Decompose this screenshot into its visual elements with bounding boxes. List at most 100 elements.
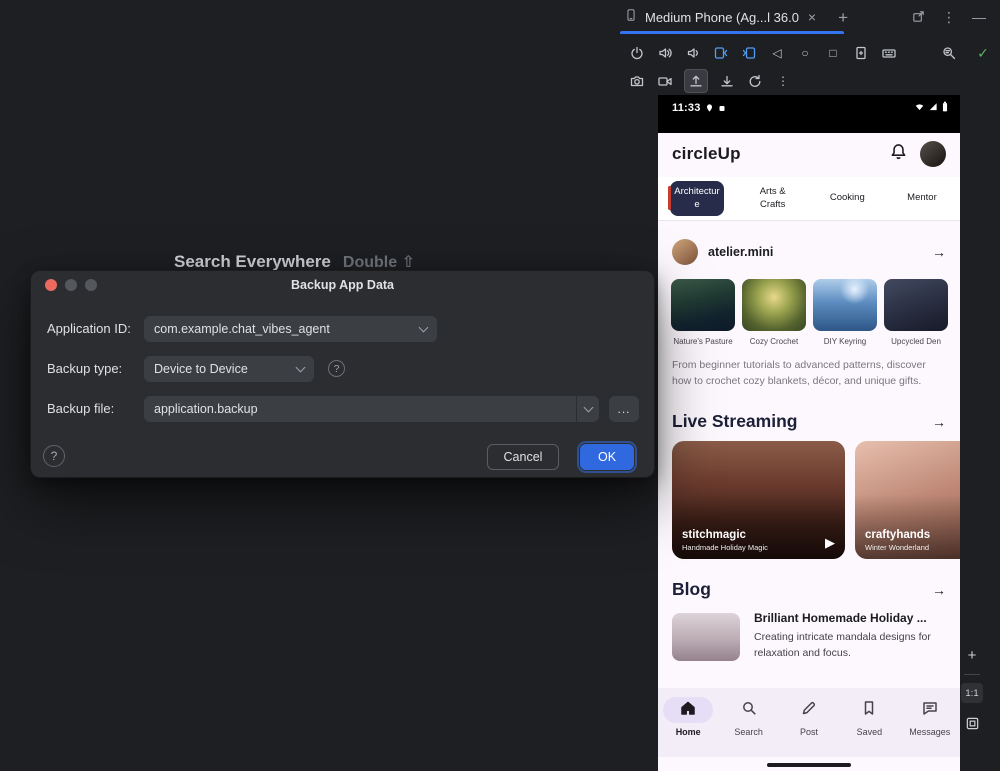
emulator-toolbar-row2: ⋮ — [628, 68, 792, 94]
blog-post-image — [672, 613, 740, 661]
backup-file-combobox[interactable]: application.backup — [144, 396, 599, 422]
gesture-handle[interactable] — [767, 763, 851, 767]
overview-button[interactable]: □ — [824, 44, 842, 62]
profile-name: atelier.mini — [708, 245, 773, 259]
home-button[interactable]: ○ — [796, 44, 814, 62]
chevron-down-icon — [583, 402, 593, 412]
chat-icon — [921, 699, 939, 722]
story-card-image — [884, 279, 948, 331]
keyboard-input-icon[interactable] — [880, 44, 898, 62]
live-streaming-arrow-icon[interactable]: → — [932, 414, 946, 430]
backup-type-select[interactable]: Device to Device — [144, 356, 314, 382]
screen: Search Everywhere Double ⇧ Medium Phone (… — [0, 0, 1000, 771]
tab-arts-crafts[interactable]: Arts & Crafts — [747, 186, 799, 212]
tab-cooking[interactable]: Cooking — [821, 192, 873, 205]
back-button[interactable]: ◁ — [768, 44, 786, 62]
wifi-icon — [914, 99, 925, 117]
tab-architecture[interactable]: Architecture — [670, 181, 724, 217]
cancel-button[interactable]: Cancel — [487, 444, 559, 470]
stream-card[interactable]: stitchmagic Handmade Holiday Magic ▶ — [672, 441, 845, 559]
emulator-screen[interactable]: 11:33 — [658, 95, 960, 771]
save-file-button[interactable] — [718, 72, 736, 90]
unfold-device-icon[interactable] — [740, 44, 758, 62]
find-icon[interactable] — [940, 44, 958, 62]
notifications-bell-icon[interactable] — [889, 142, 908, 166]
backup-app-data-dialog: Backup App Data Application ID: com.exam… — [30, 270, 655, 478]
story-card-image — [742, 279, 806, 331]
profile-arrow-icon[interactable]: → — [932, 244, 946, 260]
application-id-label: Application ID: — [47, 316, 131, 342]
chevron-down-icon — [419, 322, 429, 332]
volume-down-button[interactable] — [684, 44, 702, 62]
emulator-tab-title: Medium Phone (Ag...l 36.0 — [645, 10, 799, 25]
new-tab-button[interactable]: + — [828, 9, 858, 26]
nav-messages[interactable]: Messages — [900, 688, 960, 757]
notification-icon — [718, 104, 726, 113]
fit-screen-icon[interactable] — [961, 712, 983, 734]
user-avatar[interactable] — [920, 141, 946, 167]
bottom-navigation: Home Search Post Saved — [658, 688, 960, 757]
toolbar-more-icon[interactable]: ⋮ — [774, 72, 792, 90]
device-phone-icon — [624, 8, 638, 27]
nav-search[interactable]: Search — [718, 688, 778, 757]
active-tab-indicator — [620, 31, 844, 34]
story-card[interactable]: Cozy Crochet — [742, 279, 806, 346]
panel-options-icon[interactable]: ⋮ — [942, 10, 956, 24]
hide-panel-icon[interactable]: — — [972, 10, 986, 24]
volume-up-button[interactable] — [656, 44, 674, 62]
home-icon — [679, 699, 697, 722]
restore-snapshot-button[interactable] — [746, 72, 764, 90]
zoom-in-button[interactable]: + — [961, 644, 983, 666]
story-card[interactable]: Upcycled Den — [884, 279, 948, 346]
blog-post-excerpt: Creating intricate mandala designs for r… — [754, 630, 950, 662]
play-icon[interactable]: ▶ — [825, 535, 835, 551]
tab-mentor[interactable]: Mentor — [896, 192, 948, 205]
search-everywhere-shortcut: Double ⇧ — [343, 254, 415, 271]
status-bar: 11:33 — [658, 95, 960, 133]
profile-row[interactable]: atelier.mini → — [658, 235, 960, 269]
app-title: circleUp — [672, 144, 741, 164]
live-streams-row: stitchmagic Handmade Holiday Magic ▶ cra… — [658, 441, 960, 559]
pencil-icon — [800, 699, 818, 722]
power-button[interactable] — [628, 44, 646, 62]
panel-controls: ⋮ — — [911, 9, 1000, 26]
backup-type-help-icon[interactable]: ? — [328, 360, 345, 377]
screen-record-button[interactable] — [656, 72, 674, 90]
open-in-window-icon[interactable] — [911, 9, 926, 26]
close-tab-icon[interactable]: × — [806, 10, 818, 24]
story-card-image — [813, 279, 877, 331]
dialog-help-button[interactable]: ? — [43, 445, 65, 467]
search-icon — [740, 699, 758, 722]
nav-home[interactable]: Home — [658, 688, 718, 757]
ok-button[interactable]: OK — [580, 444, 634, 470]
story-card[interactable]: Nature's Pasture — [671, 279, 735, 346]
ready-check-icon: ✓ — [974, 44, 992, 62]
application-id-select[interactable]: com.example.chat_vibes_agent — [144, 316, 437, 342]
emulator-tab-bar: Medium Phone (Ag...l 36.0 × + ⋮ — — [612, 0, 1000, 34]
blog-post[interactable]: Brilliant Homemade Holiday ... Creating … — [672, 611, 950, 669]
combobox-dropdown-button[interactable] — [577, 396, 599, 422]
blog-arrow-icon[interactable]: → — [932, 582, 946, 598]
zoom-toolbar: + 1:1 — [958, 644, 986, 734]
category-tabs: Architecture Arts & Crafts Cooking Mento… — [658, 177, 960, 221]
snapshot-page-icon[interactable] — [852, 44, 870, 62]
fold-device-icon[interactable] — [712, 44, 730, 62]
blog-post-title: Brilliant Homemade Holiday ... — [754, 611, 950, 625]
emulator-tab[interactable]: Medium Phone (Ag...l 36.0 × — [612, 0, 828, 34]
status-right-icons — [914, 99, 948, 117]
search-everywhere-label: Search Everywhere — [174, 252, 331, 271]
dialog-title: Backup App Data — [31, 278, 654, 292]
stream-card[interactable]: craftyhands Winter Wonderland — [855, 441, 960, 559]
live-streaming-title: Live Streaming — [672, 411, 797, 432]
nav-saved[interactable]: Saved — [839, 688, 899, 757]
push-file-button[interactable] — [684, 69, 708, 93]
bookmark-icon — [860, 699, 878, 722]
screenshot-camera-button[interactable] — [628, 72, 646, 90]
chevron-down-icon — [296, 362, 306, 372]
story-card-image — [671, 279, 735, 331]
story-card[interactable]: DIY Keyring — [813, 279, 877, 346]
browse-file-button[interactable]: ... — [609, 396, 639, 422]
nav-post[interactable]: Post — [779, 688, 839, 757]
signal-icon — [928, 99, 939, 117]
zoom-reset-button[interactable]: 1:1 — [961, 683, 983, 703]
